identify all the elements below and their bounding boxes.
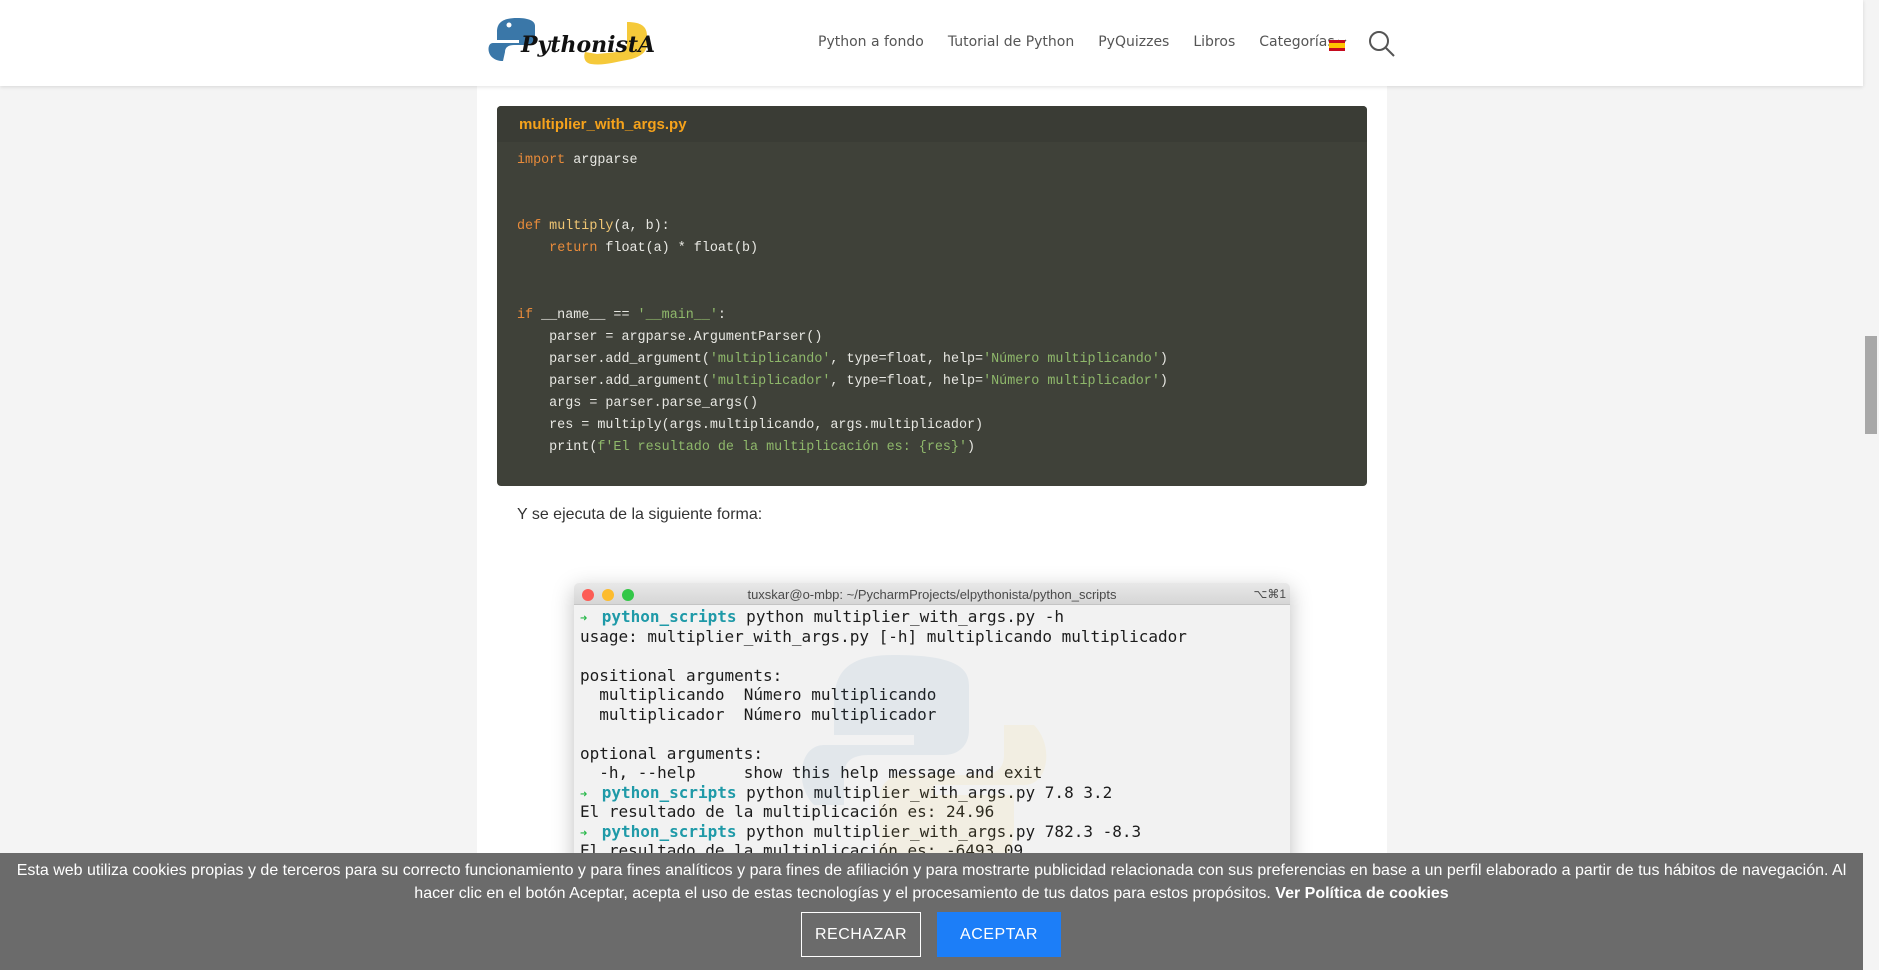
nav-tutorial-python[interactable]: Tutorial de Python <box>948 34 1074 50</box>
code-line: print(f'El resultado de la multiplicació… <box>517 437 1347 459</box>
prompt-directory: python_scripts <box>601 782 737 802</box>
code-line: parser.add_argument('multiplicador', typ… <box>517 371 1347 393</box>
code-line: parser = argparse.ArgumentParser() <box>517 327 1347 349</box>
code-line: return float(a) * float(b) <box>517 238 1347 260</box>
code-token: parser.add_argument( <box>517 351 710 367</box>
accept-button[interactable]: ACEPTAR <box>937 912 1061 957</box>
code-line: if __name__ == '__main__': <box>517 305 1347 327</box>
cookie-message: Esta web utiliza cookies propias y de te… <box>16 862 1847 902</box>
cookie-policy-link[interactable]: Ver Política de cookies <box>1275 885 1448 902</box>
svg-text:PythonistA: PythonistA <box>520 32 655 58</box>
main-nav: Python a fondo Tutorial de Python PyQuiz… <box>818 34 1365 50</box>
cookie-banner: Esta web utiliza cookies propias y de te… <box>0 853 1863 970</box>
code-line: def multiply(a, b): <box>517 216 1347 238</box>
prompt-arrow-icon: ➜ <box>580 825 602 840</box>
code-token: ) <box>1159 373 1168 389</box>
nav-python-a-fondo[interactable]: Python a fondo <box>818 34 924 50</box>
terminal-titlebar: tuxskar@o-mbp: ~/PycharmProjects/elpytho… <box>574 583 1290 605</box>
code-token: 'Número multiplicando' <box>983 351 1160 367</box>
code-token: , type=float, help= <box>830 351 984 367</box>
nav-libros[interactable]: Libros <box>1193 34 1235 50</box>
prompt-directory: python_scripts <box>601 607 737 626</box>
code-token: def <box>517 219 542 235</box>
reject-button[interactable]: RECHAZAR <box>801 912 921 957</box>
nav-categorias-label: Categorías <box>1259 34 1335 50</box>
code-token: ) <box>967 440 976 456</box>
prompt-directory: python_scripts <box>601 821 737 841</box>
page-scrollbar[interactable] <box>1863 0 1879 970</box>
prompt-command: python multiplier_with_args.py -h <box>736 607 1065 626</box>
code-token: float(a) * float(b) <box>597 241 759 257</box>
terminal-line: usage: multiplier_with_args.py [-h] mult… <box>580 626 1187 646</box>
code-token: '__main__' <box>637 307 718 323</box>
code-token: (a, b): <box>613 219 670 235</box>
python-watermark-icon <box>801 655 1047 875</box>
code-token: print( <box>517 440 598 456</box>
code-token: : <box>717 307 726 323</box>
site-header: PythonistA Python a fondo Tutorial de Py… <box>0 0 1863 86</box>
code-token: 'multiplicador' <box>709 373 831 389</box>
code-token: 'multiplicando' <box>709 351 831 367</box>
code-token: return <box>549 241 598 257</box>
terminal-shortcut: ⌥⌘1 <box>1253 587 1286 601</box>
code-token: , type=float, help= <box>830 373 984 389</box>
code-token: multiply <box>549 219 614 235</box>
site-logo[interactable]: PythonistA <box>487 14 657 70</box>
code-body: import argparse def multiply(a, b): retur… <box>497 142 1367 459</box>
terminal-image: tuxskar@o-mbp: ~/PycharmProjects/elpytho… <box>574 583 1290 883</box>
spain-flag-icon[interactable] <box>1329 40 1345 51</box>
code-token: res = multiply(args.multiplicando, args.… <box>517 418 984 434</box>
code-token: ) <box>1159 351 1168 367</box>
terminal-title: tuxskar@o-mbp: ~/PycharmProjects/elpytho… <box>747 587 1117 602</box>
code-token: f'El resultado de la multiplicación es: … <box>597 440 968 456</box>
code-line: import argparse <box>517 150 1347 172</box>
code-token: parser.add_argument( <box>517 373 710 389</box>
search-icon[interactable] <box>1368 30 1396 58</box>
code-block: multiplier_with_args.py import argparse d… <box>497 106 1367 486</box>
body-paragraph: Y se ejecuta de la siguiente forma: <box>517 506 763 523</box>
scrollbar-thumb[interactable] <box>1865 336 1877 434</box>
code-token: __name__ == <box>533 307 638 323</box>
code-line: res = multiply(args.multiplicando, args.… <box>517 415 1347 437</box>
prompt-arrow-icon: ➜ <box>580 786 602 801</box>
code-token: parser = argparse.ArgumentParser() <box>517 329 823 345</box>
terminal-body: ➜ python_scripts python multiplier_with_… <box>574 605 1290 875</box>
prompt-arrow-icon: ➜ <box>580 611 602 625</box>
terminal-line: ➜ python_scripts python multiplier_with_… <box>580 607 1284 627</box>
code-token: 'Número multiplicador' <box>983 373 1160 389</box>
cookie-text-wrap: Esta web utiliza cookies propias y de te… <box>10 859 1853 905</box>
code-filename: multiplier_with_args.py <box>497 106 1367 142</box>
code-token: if <box>517 307 534 323</box>
code-line: parser.add_argument('multiplicando', typ… <box>517 349 1347 371</box>
code-token: import <box>517 153 566 168</box>
code-line: args = parser.parse_args() <box>517 393 1347 415</box>
code-token: argparse <box>565 153 638 168</box>
nav-pyquizzes[interactable]: PyQuizzes <box>1098 34 1169 50</box>
code-token: args = parser.parse_args() <box>517 396 759 412</box>
